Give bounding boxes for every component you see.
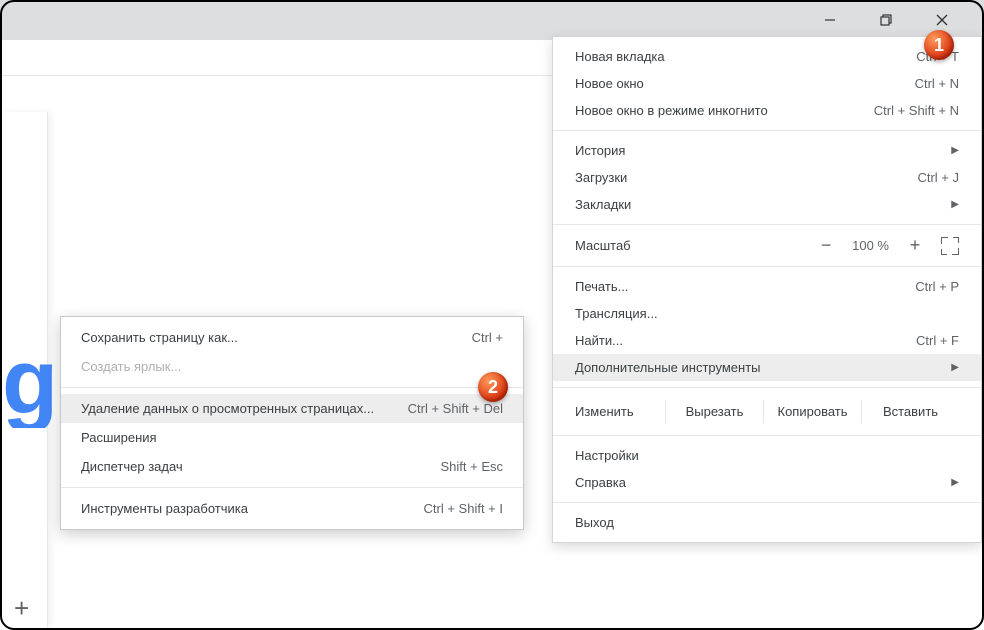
menu-history[interactable]: История ▶ bbox=[553, 137, 981, 164]
chevron-right-icon: ▶ bbox=[951, 362, 959, 373]
submenu-extensions[interactable]: Расширения bbox=[61, 423, 523, 452]
chevron-right-icon: ▶ bbox=[951, 199, 959, 210]
menu-item-label: Настройки bbox=[575, 448, 639, 463]
menu-item-label: Новая вкладка bbox=[575, 49, 665, 64]
menu-more-tools[interactable]: Дополнительные инструменты ▶ bbox=[553, 354, 981, 381]
menu-settings[interactable]: Настройки bbox=[553, 442, 981, 469]
menu-item-label: Новое окно bbox=[575, 76, 644, 91]
annotation-badge-1: 1 bbox=[924, 30, 954, 60]
chevron-right-icon: ▶ bbox=[951, 477, 959, 488]
edit-label: Изменить bbox=[575, 404, 665, 419]
window-titlebar bbox=[0, 0, 984, 40]
menu-incognito[interactable]: Новое окно в режиме инкогнито Ctrl + Shi… bbox=[553, 97, 981, 124]
menu-exit[interactable]: Выход bbox=[553, 509, 981, 536]
menu-item-shortcut: Ctrl + Shift + I bbox=[424, 501, 503, 516]
menu-item-label: Выход bbox=[575, 515, 614, 530]
zoom-label: Масштаб bbox=[575, 238, 631, 253]
menu-find[interactable]: Найти... Ctrl + F bbox=[553, 327, 981, 354]
submenu-clear-browsing-data[interactable]: Удаление данных о просмотренных страница… bbox=[61, 394, 523, 423]
fullscreen-icon[interactable] bbox=[941, 237, 959, 255]
new-tab-plus-icon[interactable]: + bbox=[14, 593, 29, 624]
menu-help[interactable]: Справка ▶ bbox=[553, 469, 981, 496]
annotation-badge-2: 2 bbox=[478, 372, 508, 402]
menu-item-shortcut: Ctrl + Shift + N bbox=[874, 103, 959, 118]
menu-item-shortcut: Ctrl + F bbox=[916, 333, 959, 348]
menu-zoom-row: Масштаб − 100 % + bbox=[553, 231, 981, 260]
submenu-task-manager[interactable]: Диспетчер задач Shift + Esc bbox=[61, 452, 523, 481]
chevron-right-icon: ▶ bbox=[951, 145, 959, 156]
menu-item-label: Найти... bbox=[575, 333, 623, 348]
chrome-main-menu: Новая вкладка Ctrl + T Новое окно Ctrl +… bbox=[552, 36, 982, 543]
menu-cast[interactable]: Трансляция... bbox=[553, 300, 981, 327]
menu-downloads[interactable]: Загрузки Ctrl + J bbox=[553, 164, 981, 191]
menu-item-shortcut: Shift + Esc bbox=[441, 459, 504, 474]
menu-item-label: Трансляция... bbox=[575, 306, 658, 321]
menu-separator bbox=[553, 435, 981, 436]
zoom-value: 100 % bbox=[852, 238, 889, 253]
menu-separator bbox=[553, 502, 981, 503]
menu-separator bbox=[553, 387, 981, 388]
menu-new-window[interactable]: Новое окно Ctrl + N bbox=[553, 70, 981, 97]
submenu-dev-tools[interactable]: Инструменты разработчика Ctrl + Shift + … bbox=[61, 494, 523, 523]
zoom-in-button[interactable]: + bbox=[907, 235, 923, 256]
menu-item-label: Справка bbox=[575, 475, 626, 490]
menu-item-label: Диспетчер задач bbox=[81, 459, 183, 474]
menu-separator bbox=[553, 266, 981, 267]
menu-item-shortcut: Ctrl + J bbox=[917, 170, 959, 185]
menu-item-label: Инструменты разработчика bbox=[81, 501, 248, 516]
edit-paste-button[interactable]: Вставить bbox=[861, 400, 959, 423]
menu-item-shortcut: Ctrl + N bbox=[915, 76, 959, 91]
menu-edit-row: Изменить Вырезать Копировать Вставить bbox=[553, 394, 981, 429]
menu-item-shortcut: Ctrl + P bbox=[915, 279, 959, 294]
menu-item-label: Печать... bbox=[575, 279, 628, 294]
menu-bookmarks[interactable]: Закладки ▶ bbox=[553, 191, 981, 218]
more-tools-submenu: Сохранить страницу как... Ctrl + Создать… bbox=[60, 316, 524, 530]
submenu-create-shortcut: Создать ярлык... bbox=[61, 352, 523, 381]
menu-print[interactable]: Печать... Ctrl + P bbox=[553, 273, 981, 300]
menu-item-shortcut: Ctrl + Shift + Del bbox=[408, 401, 503, 416]
menu-item-label: Удаление данных о просмотренных страница… bbox=[81, 401, 374, 416]
menu-item-shortcut: Ctrl + bbox=[472, 330, 503, 345]
menu-separator bbox=[553, 224, 981, 225]
edit-cut-button[interactable]: Вырезать bbox=[665, 400, 763, 423]
menu-new-tab[interactable]: Новая вкладка Ctrl + T bbox=[553, 43, 981, 70]
menu-item-label: Расширения bbox=[81, 430, 157, 445]
menu-item-label: Загрузки bbox=[575, 170, 627, 185]
menu-item-label: История bbox=[575, 143, 625, 158]
menu-item-label: Дополнительные инструменты bbox=[575, 360, 761, 375]
minimize-button[interactable] bbox=[816, 6, 844, 34]
submenu-save-as[interactable]: Сохранить страницу как... Ctrl + bbox=[61, 323, 523, 352]
menu-item-label: Новое окно в режиме инкогнито bbox=[575, 103, 768, 118]
menu-item-label: Создать ярлык... bbox=[81, 359, 181, 374]
zoom-out-button[interactable]: − bbox=[818, 235, 834, 256]
menu-separator bbox=[61, 387, 523, 388]
menu-separator bbox=[553, 130, 981, 131]
menu-item-label: Закладки bbox=[575, 197, 631, 212]
maximize-button[interactable] bbox=[872, 6, 900, 34]
menu-item-label: Сохранить страницу как... bbox=[81, 330, 238, 345]
menu-separator bbox=[61, 487, 523, 488]
edit-copy-button[interactable]: Копировать bbox=[763, 400, 861, 423]
